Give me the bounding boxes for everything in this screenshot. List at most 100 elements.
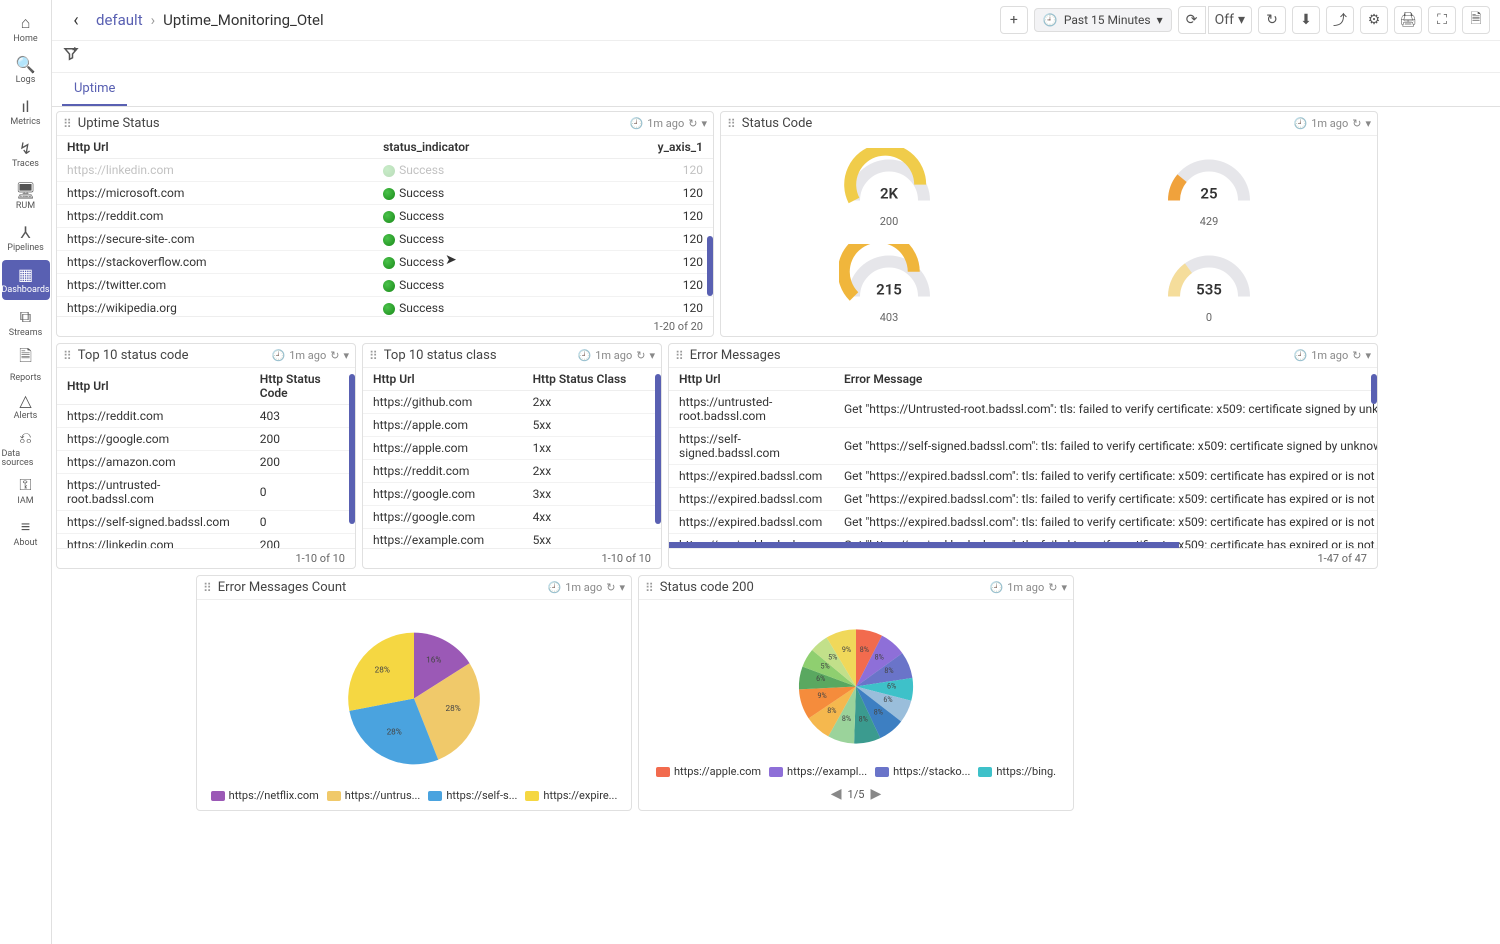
add-filter-icon[interactable] bbox=[62, 47, 80, 68]
panel-menu-icon[interactable]: ▾ bbox=[1061, 581, 1067, 594]
legend-item[interactable]: https://untrus... bbox=[327, 789, 421, 802]
col-url[interactable]: Http Url bbox=[363, 368, 523, 391]
col-msg[interactable]: Error Message bbox=[834, 368, 1377, 391]
drag-handle-icon[interactable]: ⠿ bbox=[369, 349, 378, 363]
tab-uptime[interactable]: Uptime bbox=[62, 73, 127, 106]
col-code[interactable]: Http Status Code bbox=[250, 368, 355, 405]
drag-handle-icon[interactable]: ⠿ bbox=[63, 117, 72, 131]
drag-handle-icon[interactable]: ⠿ bbox=[645, 581, 654, 595]
col-url[interactable]: Http Url bbox=[57, 368, 250, 405]
table-row[interactable]: https://untrusted-root.badssl.com0 bbox=[57, 474, 355, 511]
panel-refresh-icon[interactable]: ↻ bbox=[688, 117, 697, 130]
table-row[interactable]: https://stackoverflow.comSuccess120 bbox=[57, 251, 713, 274]
table-row[interactable]: https://expired.badssl.comGet "https://e… bbox=[669, 511, 1377, 534]
table-row[interactable]: https://expired.badssl.comGet "https://e… bbox=[669, 488, 1377, 511]
table-row[interactable]: https://linkedin.com200 bbox=[57, 534, 355, 549]
table-row[interactable]: https://google.com3xx bbox=[363, 483, 661, 506]
sidebar-item-metrics[interactable]: ılMetrics bbox=[2, 92, 50, 132]
panel-menu-icon[interactable]: ▾ bbox=[1365, 117, 1371, 130]
col-url[interactable]: Http Url bbox=[57, 136, 373, 159]
scrollbar-thumb[interactable] bbox=[655, 374, 661, 524]
drag-handle-icon[interactable]: ⠿ bbox=[63, 349, 72, 363]
legend-item[interactable]: https://bing. bbox=[978, 765, 1056, 778]
table-row[interactable]: https://google.com200 bbox=[57, 428, 355, 451]
sidebar-item-dashboards[interactable]: ▦Dashboards bbox=[2, 260, 50, 300]
sidebar-item-pipelines[interactable]: ⅄Pipelines bbox=[2, 218, 50, 258]
sidebar-item-rum[interactable]: 🖥RUM bbox=[2, 176, 50, 216]
table-row[interactable]: https://twitter.comSuccess120 bbox=[57, 274, 713, 297]
drag-handle-icon[interactable]: ⠿ bbox=[727, 117, 736, 131]
back-button[interactable]: ‹ bbox=[62, 6, 90, 34]
table-row[interactable]: https://example.com5xx bbox=[363, 529, 661, 549]
sidebar-item-iam[interactable]: ⚿IAM bbox=[2, 470, 50, 510]
gauge-0: 5350 bbox=[1051, 238, 1367, 330]
col-class[interactable]: Http Status Class bbox=[523, 368, 661, 391]
panel-refresh-icon[interactable]: ↻ bbox=[606, 581, 615, 594]
legend-item[interactable]: https://exampl... bbox=[769, 765, 867, 778]
fullscreen-button[interactable]: ⛶ bbox=[1428, 6, 1456, 34]
table-row[interactable]: https://reddit.com403 bbox=[57, 405, 355, 428]
panel-refresh-icon[interactable]: ↻ bbox=[1048, 581, 1057, 594]
panel-menu-icon[interactable]: ▾ bbox=[649, 349, 655, 362]
print-button[interactable]: 🖨 bbox=[1394, 6, 1422, 34]
refresh-button[interactable]: ⟳ bbox=[1178, 6, 1206, 34]
sidebar-item-alerts[interactable]: △Alerts bbox=[2, 386, 50, 426]
table-row[interactable]: https://expired.badssl.comGet "https://e… bbox=[669, 465, 1377, 488]
sidebar-item-home[interactable]: ⌂Home bbox=[2, 8, 50, 48]
table-row[interactable]: https://reddit.com2xx bbox=[363, 460, 661, 483]
table-row[interactable]: https://amazon.com200 bbox=[57, 451, 355, 474]
legend-item[interactable]: https://expire... bbox=[525, 789, 617, 802]
table-row[interactable]: https://untrusted-root.badssl.comGet "ht… bbox=[669, 391, 1377, 428]
table-row[interactable]: https://apple.com1xx bbox=[363, 437, 661, 460]
table-row[interactable]: https://self-signed.badssl.com0 bbox=[57, 511, 355, 534]
table-row[interactable]: https://self-signed.badssl.comGet "https… bbox=[669, 428, 1377, 465]
table-row[interactable]: https://google.com4xx bbox=[363, 506, 661, 529]
sidebar-item-logs[interactable]: 🔍Logs bbox=[2, 50, 50, 90]
time-range-picker[interactable]: 🕘 Past 15 Minutes ▾ bbox=[1034, 8, 1172, 32]
reload-button[interactable]: ↻ bbox=[1258, 6, 1286, 34]
panel-menu-icon[interactable]: ▾ bbox=[343, 349, 349, 362]
drag-handle-icon[interactable]: ⠿ bbox=[203, 581, 212, 595]
scrollbar-thumb[interactable] bbox=[707, 236, 713, 296]
table-row[interactable]: https://linkedin.comSuccess120 bbox=[57, 159, 713, 182]
table-row[interactable]: https://github.com2xx bbox=[363, 391, 661, 414]
add-button[interactable]: + bbox=[1000, 6, 1028, 34]
legend-item[interactable]: https://apple.com bbox=[656, 765, 761, 778]
sidebar-item-reports[interactable]: 🗎Reports bbox=[2, 344, 50, 384]
sidebar-item-data-sources[interactable]: ⎌Data sources bbox=[2, 428, 50, 468]
panel-refresh-icon[interactable]: ↻ bbox=[1352, 117, 1361, 130]
breadcrumb-root[interactable]: default bbox=[96, 11, 143, 29]
pager-next[interactable]: ▶ bbox=[870, 786, 881, 802]
panel-menu-icon[interactable]: ▾ bbox=[1365, 349, 1371, 362]
cell: https://expired.badssl.com bbox=[669, 511, 834, 534]
panel-refresh-icon[interactable]: ↻ bbox=[330, 349, 339, 362]
legend-item[interactable]: https://netflix.com bbox=[211, 789, 319, 802]
sidebar-item-streams[interactable]: ⧉Streams bbox=[2, 302, 50, 342]
panel-menu-icon[interactable]: ▾ bbox=[701, 117, 707, 130]
scrollbar-thumb[interactable] bbox=[349, 374, 355, 524]
table-row[interactable]: https://microsoft.comSuccess120 bbox=[57, 182, 713, 205]
table-row[interactable]: https://reddit.comSuccess120 bbox=[57, 205, 713, 228]
table-row[interactable]: https://wikipedia.orgSuccess120 bbox=[57, 297, 713, 317]
panel-refresh-icon[interactable]: ↻ bbox=[636, 349, 645, 362]
legend-item[interactable]: https://stacko... bbox=[875, 765, 970, 778]
refresh-interval[interactable]: Off ▾ bbox=[1208, 6, 1252, 34]
table-row[interactable]: https://secure-site-.comSuccess120 bbox=[57, 228, 713, 251]
drag-handle-icon[interactable]: ⠿ bbox=[675, 349, 684, 363]
panel-refresh-icon[interactable]: ↻ bbox=[1352, 349, 1361, 362]
sidebar-item-traces[interactable]: ↯Traces bbox=[2, 134, 50, 174]
scrollbar-thumb[interactable] bbox=[1371, 374, 1377, 404]
json-button[interactable]: 🗎 bbox=[1462, 6, 1490, 34]
sidebar-item-about[interactable]: ≡About bbox=[2, 512, 50, 552]
share-button[interactable]: ⤴ bbox=[1326, 6, 1354, 34]
settings-button[interactable]: ⚙ bbox=[1360, 6, 1388, 34]
col-status[interactable]: status_indicator bbox=[373, 136, 584, 159]
download-button[interactable]: ⬇ bbox=[1292, 6, 1320, 34]
scrollbar-thumb-horizontal[interactable] bbox=[669, 542, 1179, 548]
col-y[interactable]: y_axis_1 bbox=[584, 136, 713, 159]
panel-menu-icon[interactable]: ▾ bbox=[619, 581, 625, 594]
col-url[interactable]: Http Url bbox=[669, 368, 834, 391]
legend-item[interactable]: https://self-s... bbox=[428, 789, 517, 802]
pager-prev[interactable]: ◀ bbox=[831, 786, 842, 802]
table-row[interactable]: https://apple.com5xx bbox=[363, 414, 661, 437]
